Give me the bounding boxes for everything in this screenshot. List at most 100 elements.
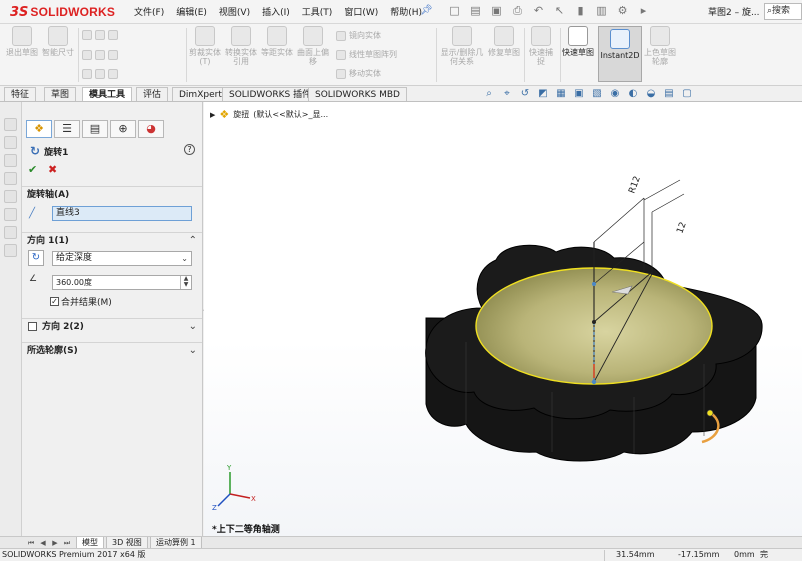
chevron-up-icon[interactable]: ⌃ xyxy=(189,233,197,249)
quick-snaps-button[interactable]: 快速捕捉 xyxy=(526,26,556,66)
select-icon[interactable]: ↖ xyxy=(551,3,568,19)
pushpin-icon[interactable]: ▸ xyxy=(635,3,652,19)
zoom-to-area-icon[interactable]: ⌖ xyxy=(500,88,514,100)
radius-dimension[interactable]: R12 xyxy=(627,175,642,195)
direction2-section-header[interactable]: 方向 2(2) ⌄ xyxy=(22,318,202,334)
save-icon[interactable]: ▣ xyxy=(488,3,505,19)
print-icon[interactable]: ⎙ xyxy=(509,3,526,19)
strip-tool-icon[interactable] xyxy=(4,208,17,221)
model-viewport[interactable]: R12 12 Y X Z xyxy=(204,102,802,536)
circle-icon[interactable] xyxy=(95,30,105,40)
tab-sketch[interactable]: 草图 xyxy=(44,87,77,101)
convert-entities-button[interactable]: 转换实体引用 xyxy=(224,26,258,66)
arc-icon[interactable] xyxy=(95,50,105,60)
end-condition-select[interactable]: 给定深度 ⌄ xyxy=(52,251,192,266)
move-entities-button[interactable]: 移动实体 xyxy=(336,68,381,79)
zoom-to-fit-icon[interactable]: ⌕ xyxy=(482,88,496,100)
offset-entities-button[interactable]: 等距实体 xyxy=(260,26,294,57)
edit-appearance-icon[interactable]: ◐ xyxy=(626,88,640,100)
open-icon[interactable]: ▤ xyxy=(467,3,484,19)
chevron-down-icon[interactable]: ⌄ xyxy=(189,319,197,335)
file-properties-icon[interactable]: ▥ xyxy=(593,3,610,19)
dimxpertmanager-tab-icon[interactable]: ⊕ xyxy=(110,120,136,138)
prev-tab-icon[interactable]: ◀ xyxy=(38,538,48,548)
hide-show-items-icon[interactable]: ◉ xyxy=(608,88,622,100)
previous-view-icon[interactable]: ↺ xyxy=(518,88,532,100)
axis-section-header[interactable]: 旋转轴(A) xyxy=(22,186,202,202)
strip-tool-icon[interactable] xyxy=(4,136,17,149)
pin-icon[interactable]: 📌︎ xyxy=(420,5,433,16)
surface-offset-button[interactable]: 曲面上偏移 xyxy=(296,26,330,66)
dynamic-annotation-icon[interactable]: ▦ xyxy=(554,88,568,100)
direction2-checkbox[interactable] xyxy=(28,322,37,331)
slot-icon[interactable] xyxy=(82,69,92,79)
strip-tool-icon[interactable] xyxy=(4,154,17,167)
axis-of-revolution-field[interactable]: 直线3 xyxy=(52,206,192,221)
undo-icon[interactable]: ↶ xyxy=(530,3,547,19)
tab-evaluate[interactable]: 评估 xyxy=(136,87,169,101)
rapid-sketch-button[interactable]: 快速草图 xyxy=(562,26,594,57)
view-settings-icon[interactable]: ▤ xyxy=(662,88,676,100)
repair-sketch-button[interactable]: 修复草图 xyxy=(488,26,520,57)
options-gear-icon[interactable]: ⚙ xyxy=(614,3,631,19)
search-input[interactable]: ⌕搜索 xyxy=(764,3,802,20)
ok-check-icon[interactable]: ✔ xyxy=(28,163,37,176)
menu-window[interactable]: 窗口(W) xyxy=(338,5,384,18)
tab-dimxpert[interactable]: DimXpert xyxy=(172,87,229,101)
strip-tool-icon[interactable] xyxy=(4,190,17,203)
propertymanager-tab-icon[interactable]: ☰ xyxy=(54,120,80,138)
sketch-point[interactable] xyxy=(591,379,597,385)
revolve-angle-field[interactable]: 360.00度 ▲ ▼ xyxy=(52,275,192,290)
strip-tool-icon[interactable] xyxy=(4,226,17,239)
strip-tool-icon[interactable] xyxy=(4,118,17,131)
menu-file[interactable]: 文件(F) xyxy=(128,5,170,18)
direction1-section-header[interactable]: 方向 1(1) ⌃ xyxy=(22,232,202,248)
sketch-point[interactable] xyxy=(592,282,596,286)
section-view-icon[interactable]: ◩ xyxy=(536,88,550,100)
first-tab-icon[interactable]: ⏮︎ xyxy=(26,538,36,548)
linear-dimension[interactable]: 12 xyxy=(675,221,688,235)
fillet-icon[interactable] xyxy=(108,50,118,60)
graphics-area[interactable]: ▶ ❖ 旋扭 (默认<<默认>_显... R12 12 Y X Z *上下二等角… xyxy=(204,102,802,536)
merge-result-checkbox[interactable]: ✓ 合并结果(M) xyxy=(50,295,112,308)
linear-pattern-button[interactable]: 线性草图阵列 xyxy=(336,49,397,60)
tab-solidworks-addins[interactable]: SOLIDWORKS 插件 xyxy=(222,87,319,101)
selected-contours-section-header[interactable]: 所选轮廓(S) ⌄ xyxy=(22,342,202,358)
reverse-direction-icon[interactable]: ↻ xyxy=(28,250,44,266)
display-style-icon[interactable]: ▧ xyxy=(590,88,604,100)
next-tab-icon[interactable]: ▶ xyxy=(50,538,60,548)
menu-view[interactable]: 视图(V) xyxy=(213,5,256,18)
rectangle-icon[interactable] xyxy=(82,50,92,60)
menu-insert[interactable]: 插入(I) xyxy=(256,5,296,18)
edge-endpoint[interactable] xyxy=(706,409,714,417)
line-icon[interactable] xyxy=(82,30,92,40)
configurationmanager-tab-icon[interactable]: ▤ xyxy=(82,120,108,138)
apply-scene-icon[interactable]: ◒ xyxy=(644,88,658,100)
featuremanager-tab-icon[interactable]: ❖ xyxy=(26,120,52,138)
smart-dimension-button[interactable]: 智能尺寸 xyxy=(42,26,74,57)
exit-sketch-button[interactable]: 退出草图 xyxy=(6,26,38,57)
help-icon[interactable]: ? xyxy=(184,144,195,155)
shaded-contours-button[interactable]: 上色草图轮廓 xyxy=(644,26,676,66)
mirror-entities-button[interactable]: 镜向实体 xyxy=(336,30,381,41)
menu-tools[interactable]: 工具(T) xyxy=(296,5,339,18)
instant2d-button[interactable]: Instant2D xyxy=(598,26,642,82)
checkbox-checked-icon[interactable]: ✓ xyxy=(50,297,59,306)
menu-edit[interactable]: 编辑(E) xyxy=(170,5,213,18)
display-pane-icon[interactable]: ▢ xyxy=(680,88,694,100)
displaymanager-tab-icon[interactable]: ◕ xyxy=(138,120,164,138)
tab-features[interactable]: 特征 xyxy=(4,87,37,101)
last-tab-icon[interactable]: ⏭︎ xyxy=(62,538,72,548)
tab-solidworks-mbd[interactable]: SOLIDWORKS MBD xyxy=(308,87,407,101)
cancel-x-icon[interactable]: ✖ xyxy=(48,163,57,176)
new-document-icon[interactable]: □ xyxy=(446,3,463,19)
rebuild-icon[interactable]: ▮ xyxy=(572,3,589,19)
sketch-point[interactable] xyxy=(592,320,596,324)
strip-tool-icon[interactable] xyxy=(4,244,17,257)
view-orientation-icon[interactable]: ▣ xyxy=(572,88,586,100)
spline-icon[interactable] xyxy=(108,30,118,40)
text-icon[interactable] xyxy=(108,69,118,79)
display-delete-relations-button[interactable]: 显示/删除几何关系 xyxy=(440,26,484,66)
strip-tool-icon[interactable] xyxy=(4,172,17,185)
chevron-down-icon[interactable]: ⌄ xyxy=(189,343,197,359)
